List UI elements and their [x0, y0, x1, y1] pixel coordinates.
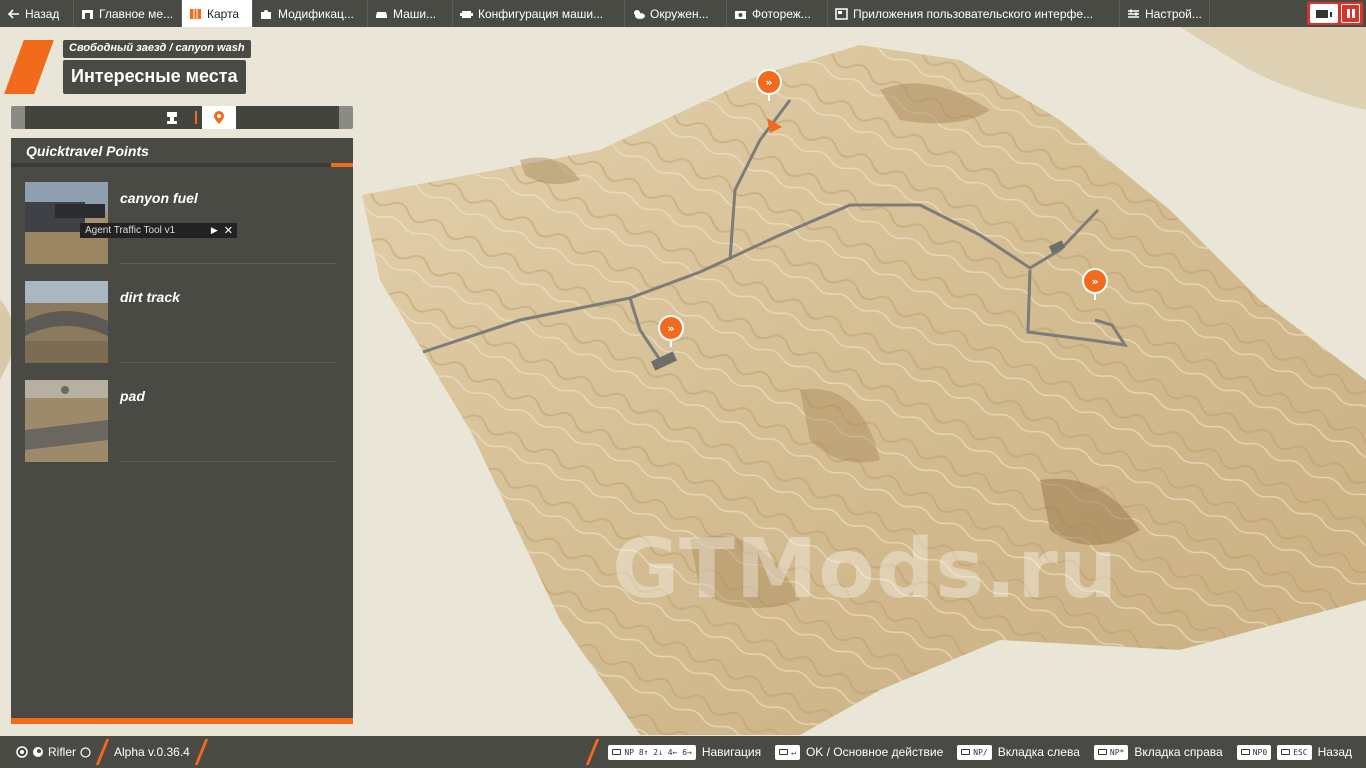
pause-button[interactable]	[1341, 4, 1360, 23]
tooltip-text: Agent Traffic Tool v1	[85, 225, 176, 236]
username: Rifler	[48, 745, 77, 759]
quicktravel-marker-icon[interactable]: »	[658, 315, 684, 347]
poi-name: pad	[120, 388, 145, 404]
keyboard-icon	[1316, 9, 1332, 18]
watermark: GTMods.ru	[612, 522, 1119, 617]
tab-settings[interactable]: Настрой...	[1120, 0, 1210, 27]
back-button[interactable]: Назад	[0, 0, 74, 27]
key-badge: NP 8↑ 2↓ 4← 6→	[608, 744, 696, 760]
list-item[interactable]: dirt track	[25, 281, 337, 363]
panel-tab-bar	[11, 106, 353, 129]
tab-map[interactable]: Карта	[182, 0, 253, 27]
input-device-button[interactable]	[1310, 4, 1338, 23]
tab-points-of-interest[interactable]	[202, 106, 236, 129]
tab-mods[interactable]: Модификац...	[253, 0, 368, 27]
tab-vehicle-config[interactable]: Конфигурация маши...	[453, 0, 625, 27]
top-menu-bar: Назад Главное ме... Карта Модификац... М…	[0, 0, 1366, 27]
close-icon[interactable]: ✕	[224, 224, 233, 237]
list-item[interactable]: pad	[25, 380, 337, 462]
arrow-left-icon	[7, 8, 20, 20]
key-badge: ESC	[1277, 744, 1312, 760]
bottom-status-bar: Rifler Alpha v.0.36.4 NP 8↑ 2↓ 4← 6→ Нав…	[0, 736, 1366, 768]
play-icon[interactable]: ▶	[211, 225, 218, 236]
app-tooltip: Agent Traffic Tool v1 ▶ ✕	[80, 223, 237, 238]
key-badge: ↵	[775, 744, 800, 760]
hint-ok[interactable]: ↵ OK / Основное действие	[775, 744, 943, 760]
tab-environment[interactable]: Окружен...	[625, 0, 727, 27]
sliders-icon	[1127, 8, 1140, 20]
panel-footer-accent	[11, 718, 353, 724]
online-status-icon	[80, 746, 91, 758]
quicktravel-marker-icon[interactable]: »	[756, 69, 782, 101]
poi-name: canyon fuel	[120, 190, 198, 206]
engine-icon	[460, 8, 473, 20]
camera-icon	[734, 8, 747, 20]
quicktravel-marker-icon[interactable]: »	[1082, 268, 1108, 300]
version-label: Alpha v.0.36.4	[114, 745, 190, 759]
hint-tab-left[interactable]: NP/ Вкладка слева	[957, 744, 1080, 760]
key-badge: NP/	[957, 744, 992, 760]
hint-navigation[interactable]: NP 8↑ 2↓ 4← 6→ Навигация	[608, 744, 761, 760]
puzzle-icon	[260, 8, 273, 20]
tab-ui-apps[interactable]: Приложения пользовательского интерфе...	[828, 0, 1120, 27]
home-icon	[81, 8, 94, 20]
hint-back[interactable]: NP0 ESC Назад	[1236, 744, 1352, 760]
svg-text:»: »	[667, 322, 674, 335]
tab-photo-mode[interactable]: Фотореж...	[727, 0, 828, 27]
poi-thumbnail	[25, 281, 108, 363]
tab-spawn-points[interactable]	[155, 106, 189, 129]
key-badge: NP0	[1236, 744, 1272, 760]
panel-heading: Quicktravel Points	[11, 138, 353, 167]
pause-icon	[1346, 9, 1355, 18]
tab-main-menu[interactable]: Главное ме...	[74, 0, 182, 27]
breadcrumb: Свободный заезд / canyon wash	[63, 40, 251, 58]
page-title: Интересные места	[63, 60, 246, 94]
location-pin-icon	[214, 111, 224, 124]
steam-icon	[33, 747, 43, 757]
poi-thumbnail	[25, 380, 108, 462]
tab-vehicles[interactable]: Маши...	[368, 0, 453, 27]
car-icon	[375, 8, 388, 20]
poi-name: dirt track	[120, 289, 180, 305]
pedestal-icon	[167, 111, 177, 124]
ui-apps-icon	[835, 7, 848, 20]
window-controls	[1307, 2, 1363, 25]
svg-text:»: »	[765, 76, 772, 89]
weather-icon	[632, 8, 645, 20]
svg-text:»: »	[1091, 275, 1098, 288]
key-badge: NP*	[1093, 744, 1129, 760]
hint-tab-right[interactable]: NP* Вкладка справа	[1093, 744, 1223, 760]
map-icon	[189, 8, 202, 20]
user-icon	[16, 746, 28, 758]
